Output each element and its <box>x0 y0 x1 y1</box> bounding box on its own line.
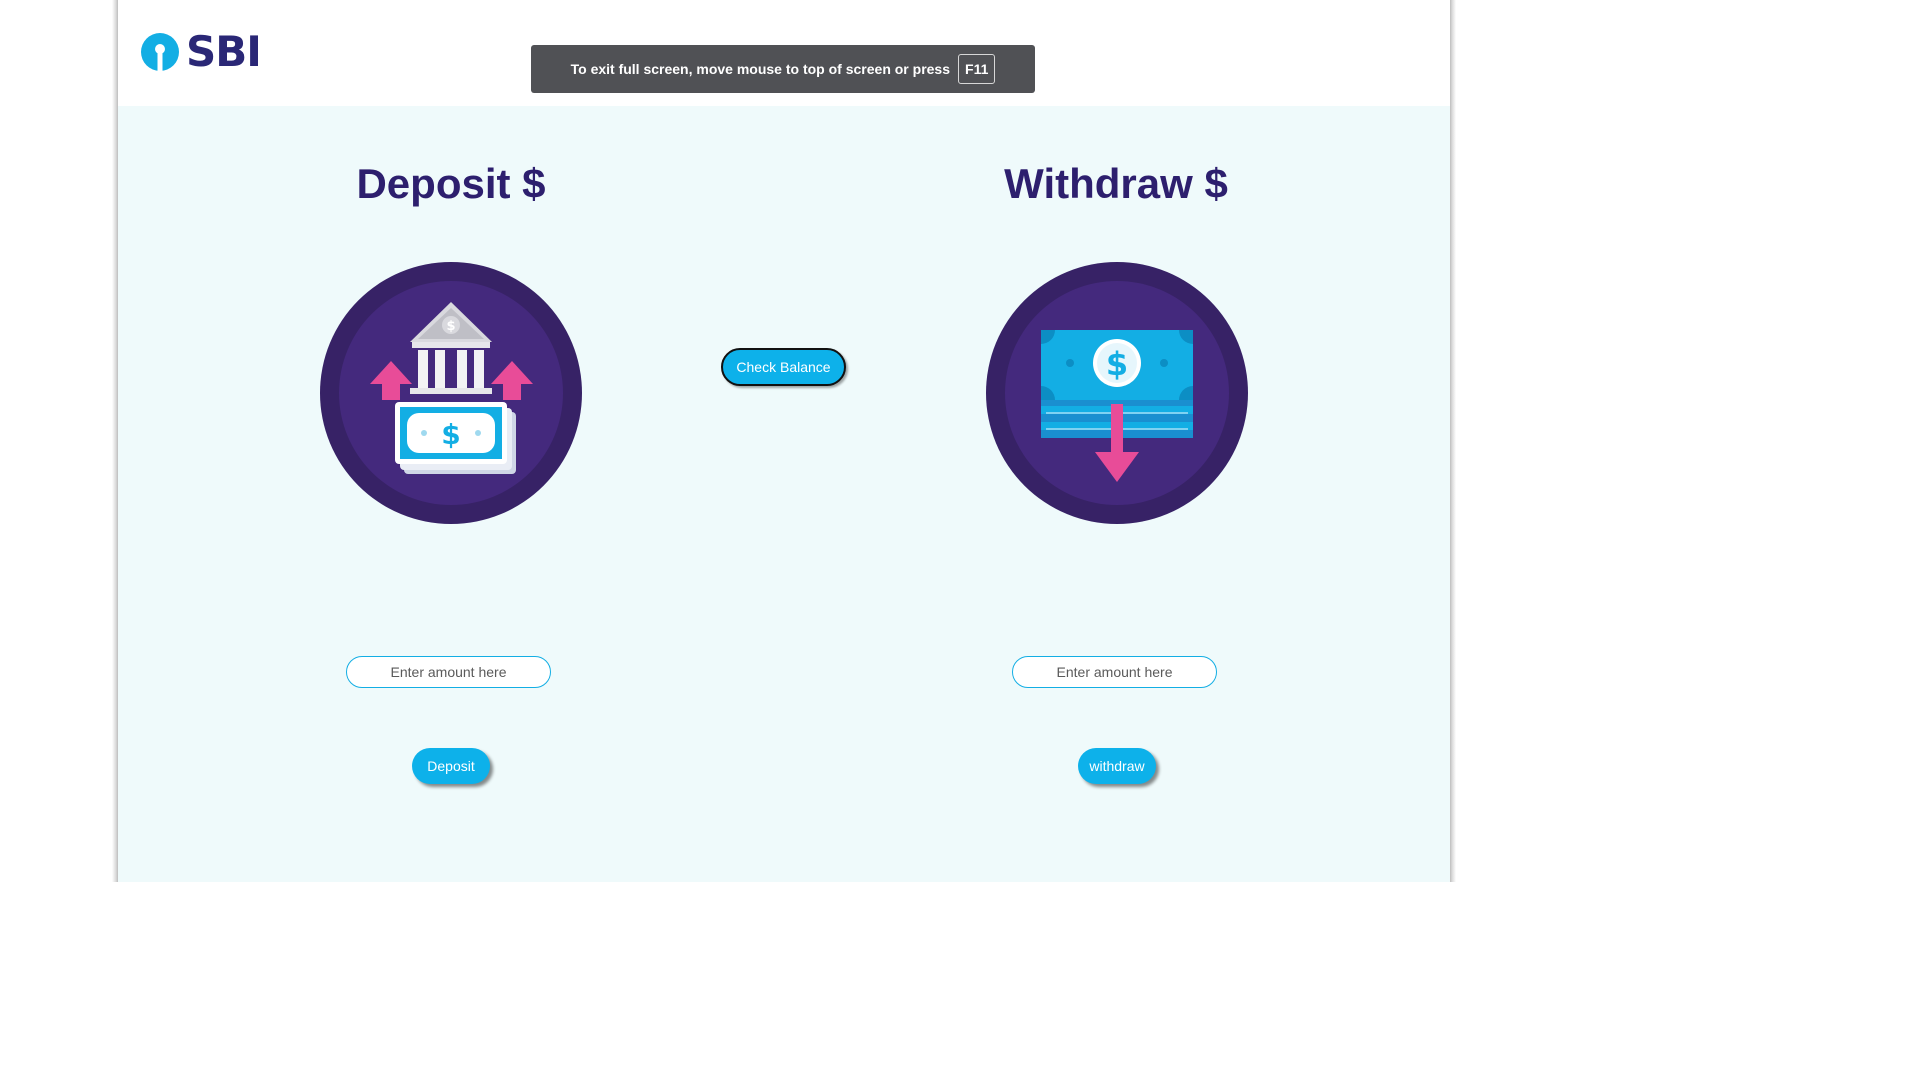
header: SBI To exit full screen, move mouse to t… <box>118 0 1450 106</box>
bank-deposit-icon: $ $ <box>320 262 582 524</box>
withdraw-title: Withdraw $ <box>1004 160 1228 207</box>
page-margin-left <box>0 0 118 882</box>
withdraw-button[interactable]: withdraw <box>1078 748 1156 784</box>
fullscreen-notice: To exit full screen, move mouse to top o… <box>531 45 1035 93</box>
svg-text:$: $ <box>1106 345 1128 383</box>
sbi-keyhole-icon <box>141 33 179 72</box>
cash-withdraw-icon: $ <box>986 262 1248 524</box>
brand-name: SBI <box>186 27 262 76</box>
page-margin-right <box>1450 0 1568 882</box>
fullscreen-key-badge: F11 <box>958 54 996 84</box>
fullscreen-notice-message: To exit full screen, move mouse to top o… <box>570 61 951 77</box>
deposit-button[interactable]: Deposit <box>412 748 490 784</box>
withdraw-amount-input[interactable] <box>1012 656 1217 688</box>
deposit-title: Deposit $ <box>356 160 546 207</box>
deposit-amount-input[interactable] <box>346 656 551 688</box>
banking-app: SBI To exit full screen, move mouse to t… <box>118 0 1450 882</box>
main-content: Deposit $ $ $ Enter amount here Deposit … <box>118 106 1450 882</box>
svg-text:$: $ <box>441 418 460 451</box>
svg-text:$: $ <box>446 319 455 334</box>
check-balance-button[interactable]: Check Balance <box>721 348 846 386</box>
sbi-logo: SBI <box>140 27 262 76</box>
